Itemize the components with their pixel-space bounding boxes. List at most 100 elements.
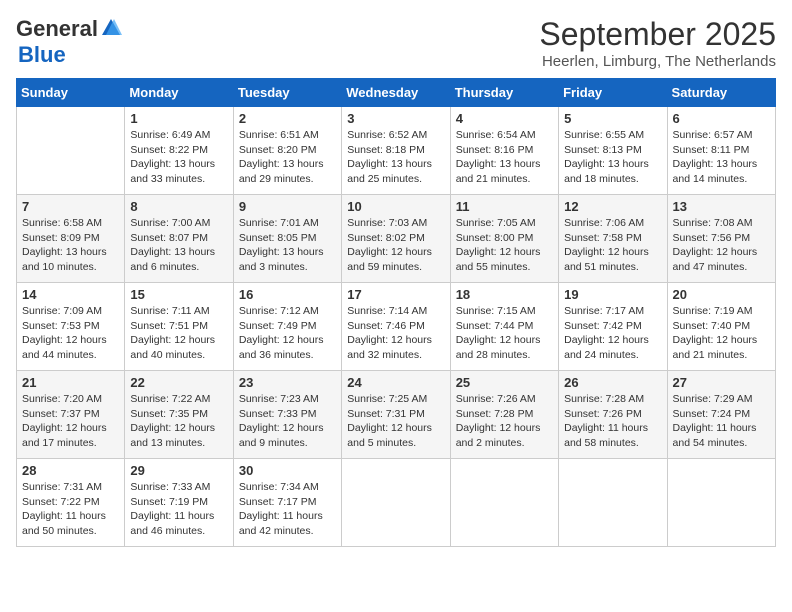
day-info: Sunrise: 7:20 AM Sunset: 7:37 PM Dayligh… <box>22 392 119 451</box>
calendar-cell: 11 Sunrise: 7:05 AM Sunset: 8:00 PM Dayli… <box>450 195 558 283</box>
day-info: Sunrise: 7:08 AM Sunset: 7:56 PM Dayligh… <box>673 216 770 275</box>
day-info: Sunrise: 7:28 AM Sunset: 7:26 PM Dayligh… <box>564 392 661 451</box>
day-number: 13 <box>673 199 770 214</box>
location: Heerlen, Limburg, The Netherlands <box>539 53 776 70</box>
col-header-friday: Friday <box>559 79 667 107</box>
calendar-cell <box>450 459 558 547</box>
calendar-cell: 22 Sunrise: 7:22 AM Sunset: 7:35 PM Dayli… <box>125 371 233 459</box>
day-info: Sunrise: 6:54 AM Sunset: 8:16 PM Dayligh… <box>456 128 553 187</box>
day-number: 7 <box>22 199 119 214</box>
day-info: Sunrise: 7:17 AM Sunset: 7:42 PM Dayligh… <box>564 304 661 363</box>
day-number: 12 <box>564 199 661 214</box>
day-number: 4 <box>456 111 553 126</box>
day-info: Sunrise: 7:25 AM Sunset: 7:31 PM Dayligh… <box>347 392 444 451</box>
day-number: 16 <box>239 287 336 302</box>
calendar-cell: 13 Sunrise: 7:08 AM Sunset: 7:56 PM Dayli… <box>667 195 775 283</box>
calendar-cell: 5 Sunrise: 6:55 AM Sunset: 8:13 PM Daylig… <box>559 107 667 195</box>
day-info: Sunrise: 7:01 AM Sunset: 8:05 PM Dayligh… <box>239 216 336 275</box>
logo-general-text: General <box>16 16 98 42</box>
calendar-week-2: 7 Sunrise: 6:58 AM Sunset: 8:09 PM Daylig… <box>17 195 776 283</box>
day-info: Sunrise: 6:49 AM Sunset: 8:22 PM Dayligh… <box>130 128 227 187</box>
day-number: 20 <box>673 287 770 302</box>
calendar-cell: 15 Sunrise: 7:11 AM Sunset: 7:51 PM Dayli… <box>125 283 233 371</box>
day-number: 10 <box>347 199 444 214</box>
calendar-cell: 14Sunrise: 7:09 AM Sunset: 7:53 PM Dayli… <box>17 283 125 371</box>
day-info: Sunrise: 7:26 AM Sunset: 7:28 PM Dayligh… <box>456 392 553 451</box>
day-number: 26 <box>564 375 661 390</box>
calendar-cell <box>17 107 125 195</box>
day-number: 22 <box>130 375 227 390</box>
month-title: September 2025 <box>539 16 776 53</box>
day-number: 18 <box>456 287 553 302</box>
day-info: Sunrise: 7:29 AM Sunset: 7:24 PM Dayligh… <box>673 392 770 451</box>
calendar-cell: 18Sunrise: 7:15 AM Sunset: 7:44 PM Dayli… <box>450 283 558 371</box>
day-number: 15 <box>130 287 227 302</box>
calendar-week-1: 1 Sunrise: 6:49 AM Sunset: 8:22 PM Daylig… <box>17 107 776 195</box>
calendar-cell: 23 Sunrise: 7:23 AM Sunset: 7:33 PM Dayli… <box>233 371 341 459</box>
day-number: 5 <box>564 111 661 126</box>
calendar-cell: 29 Sunrise: 7:33 AM Sunset: 7:19 PM Dayli… <box>125 459 233 547</box>
day-info: Sunrise: 7:06 AM Sunset: 7:58 PM Dayligh… <box>564 216 661 275</box>
calendar-cell: 24 Sunrise: 7:25 AM Sunset: 7:31 PM Dayli… <box>342 371 450 459</box>
logo-blue-text: Blue <box>18 42 66 68</box>
day-info: Sunrise: 6:57 AM Sunset: 8:11 PM Dayligh… <box>673 128 770 187</box>
calendar-cell <box>559 459 667 547</box>
calendar-cell: 19 Sunrise: 7:17 AM Sunset: 7:42 PM Dayli… <box>559 283 667 371</box>
day-info: Sunrise: 7:14 AM Sunset: 7:46 PM Dayligh… <box>347 304 444 363</box>
day-number: 17 <box>347 287 444 302</box>
logo-icon <box>100 17 122 39</box>
day-number: 14 <box>22 287 119 302</box>
page-header: General Blue September 2025 Heerlen, Lim… <box>16 16 776 70</box>
day-info: Sunrise: 7:00 AM Sunset: 8:07 PM Dayligh… <box>130 216 227 275</box>
calendar-cell: 27 Sunrise: 7:29 AM Sunset: 7:24 PM Dayli… <box>667 371 775 459</box>
calendar-week-5: 28 Sunrise: 7:31 AM Sunset: 7:22 PM Dayli… <box>17 459 776 547</box>
day-info: Sunrise: 7:31 AM Sunset: 7:22 PM Dayligh… <box>22 480 119 539</box>
col-header-saturday: Saturday <box>667 79 775 107</box>
day-number: 29 <box>130 463 227 478</box>
day-number: 28 <box>22 463 119 478</box>
day-number: 21 <box>22 375 119 390</box>
day-info: Sunrise: 7:22 AM Sunset: 7:35 PM Dayligh… <box>130 392 227 451</box>
calendar-cell: 10 Sunrise: 7:03 AM Sunset: 8:02 PM Dayli… <box>342 195 450 283</box>
calendar-cell: 26 Sunrise: 7:28 AM Sunset: 7:26 PM Dayli… <box>559 371 667 459</box>
day-number: 25 <box>456 375 553 390</box>
calendar-cell: 17 Sunrise: 7:14 AM Sunset: 7:46 PM Dayli… <box>342 283 450 371</box>
day-info: Sunrise: 6:51 AM Sunset: 8:20 PM Dayligh… <box>239 128 336 187</box>
col-header-tuesday: Tuesday <box>233 79 341 107</box>
title-section: September 2025 Heerlen, Limburg, The Net… <box>539 16 776 70</box>
day-info: Sunrise: 7:33 AM Sunset: 7:19 PM Dayligh… <box>130 480 227 539</box>
day-number: 11 <box>456 199 553 214</box>
calendar-week-4: 21 Sunrise: 7:20 AM Sunset: 7:37 PM Dayli… <box>17 371 776 459</box>
calendar-cell: 25 Sunrise: 7:26 AM Sunset: 7:28 PM Dayli… <box>450 371 558 459</box>
day-number: 19 <box>564 287 661 302</box>
day-info: Sunrise: 7:03 AM Sunset: 8:02 PM Dayligh… <box>347 216 444 275</box>
day-number: 23 <box>239 375 336 390</box>
day-info: Sunrise: 6:58 AM Sunset: 8:09 PM Dayligh… <box>22 216 119 275</box>
col-header-wednesday: Wednesday <box>342 79 450 107</box>
logo: General Blue <box>16 16 122 68</box>
day-info: Sunrise: 7:34 AM Sunset: 7:17 PM Dayligh… <box>239 480 336 539</box>
calendar-cell: 21 Sunrise: 7:20 AM Sunset: 7:37 PM Dayli… <box>17 371 125 459</box>
calendar-header-row: SundayMondayTuesdayWednesdayThursdayFrid… <box>17 79 776 107</box>
calendar-cell: 4 Sunrise: 6:54 AM Sunset: 8:16 PM Daylig… <box>450 107 558 195</box>
day-number: 1 <box>130 111 227 126</box>
day-number: 27 <box>673 375 770 390</box>
calendar-table: SundayMondayTuesdayWednesdayThursdayFrid… <box>16 78 776 547</box>
day-info: Sunrise: 7:19 AM Sunset: 7:40 PM Dayligh… <box>673 304 770 363</box>
calendar-cell: 30 Sunrise: 7:34 AM Sunset: 7:17 PM Dayli… <box>233 459 341 547</box>
day-number: 9 <box>239 199 336 214</box>
day-number: 30 <box>239 463 336 478</box>
calendar-week-3: 14Sunrise: 7:09 AM Sunset: 7:53 PM Dayli… <box>17 283 776 371</box>
day-info: Sunrise: 7:23 AM Sunset: 7:33 PM Dayligh… <box>239 392 336 451</box>
calendar-cell <box>667 459 775 547</box>
col-header-sunday: Sunday <box>17 79 125 107</box>
col-header-thursday: Thursday <box>450 79 558 107</box>
day-info: Sunrise: 7:11 AM Sunset: 7:51 PM Dayligh… <box>130 304 227 363</box>
day-info: Sunrise: 6:55 AM Sunset: 8:13 PM Dayligh… <box>564 128 661 187</box>
day-info: Sunrise: 6:52 AM Sunset: 8:18 PM Dayligh… <box>347 128 444 187</box>
day-number: 24 <box>347 375 444 390</box>
day-number: 2 <box>239 111 336 126</box>
calendar-cell: 20 Sunrise: 7:19 AM Sunset: 7:40 PM Dayli… <box>667 283 775 371</box>
day-info: Sunrise: 7:05 AM Sunset: 8:00 PM Dayligh… <box>456 216 553 275</box>
day-info: Sunrise: 7:12 AM Sunset: 7:49 PM Dayligh… <box>239 304 336 363</box>
